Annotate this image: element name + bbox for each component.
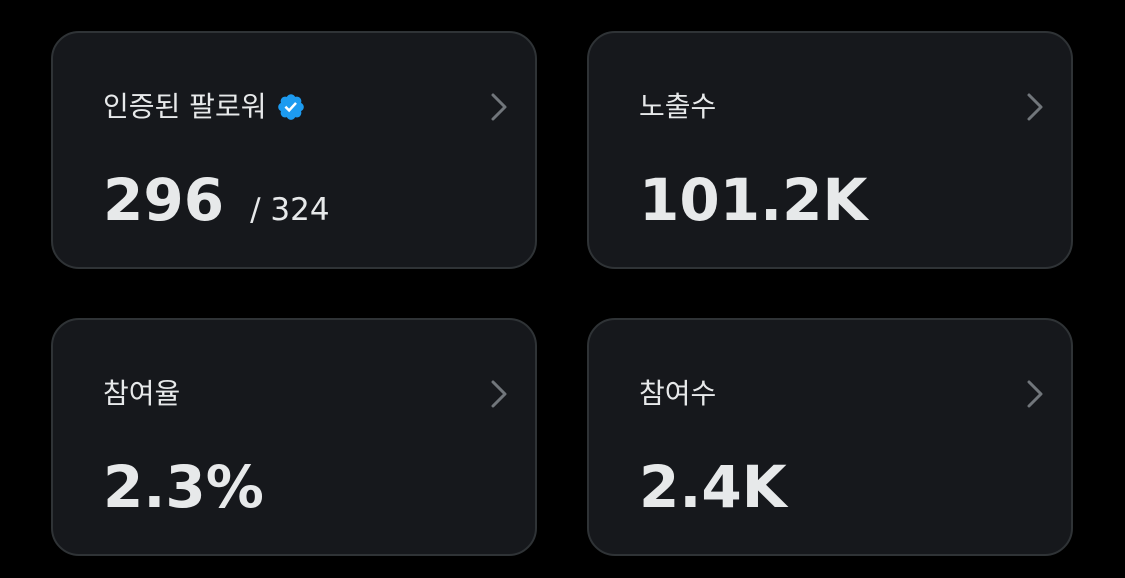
card-value-row: 2.3% [103,452,264,522]
card-value-row: 101.2K [639,165,867,235]
card-value-row: 2.4K [639,452,787,522]
card-label-row: 인증된 팔로워 [103,89,306,125]
card-value: 2.3% [103,453,264,521]
card-title: 인증된 팔로워 [103,90,267,123]
card-label-row: 참여수 [639,376,716,412]
verified-followers-card[interactable]: 인증된 팔로워 296 / 324 [51,31,537,269]
engagements-card[interactable]: 참여수 2.4K [587,318,1073,556]
card-subvalue: / 324 [250,192,330,228]
card-title: 참여수 [639,377,717,410]
chevron-right-icon[interactable] [1023,378,1047,410]
card-label-row: 참여율 [103,376,180,412]
chevron-right-icon[interactable] [1023,91,1047,123]
card-value: 296 [103,166,225,234]
card-title: 참여율 [103,377,181,410]
card-value-row: 296 / 324 [103,165,330,235]
verified-badge-icon [276,92,306,122]
card-value: 101.2K [639,166,868,234]
impressions-card[interactable]: 노출수 101.2K [587,31,1073,269]
card-value: 2.4K [639,453,787,521]
engagement-rate-card[interactable]: 참여율 2.3% [51,318,537,556]
card-title: 노출수 [639,90,717,123]
card-label-row: 노출수 [639,89,716,125]
chevron-right-icon[interactable] [487,378,511,410]
chevron-right-icon[interactable] [487,91,511,123]
